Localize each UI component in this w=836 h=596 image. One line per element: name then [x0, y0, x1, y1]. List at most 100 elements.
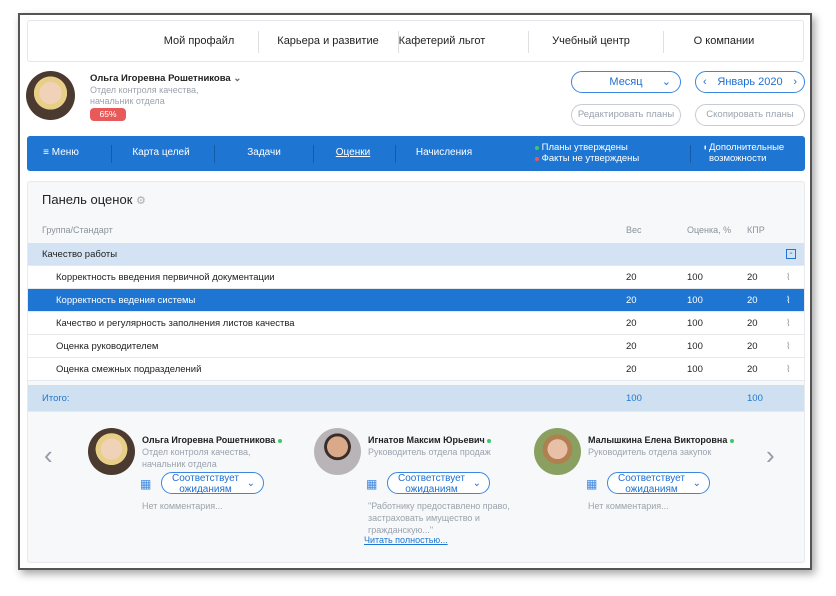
- kpr-cell: 20: [747, 272, 758, 283]
- divider: [690, 145, 691, 163]
- tab-tasks[interactable]: Задачи: [247, 147, 281, 158]
- divider: [395, 145, 396, 163]
- app-window: Мой профайл Карьера и развитие Кафетерий…: [18, 13, 812, 570]
- score-cell: 100: [687, 272, 703, 283]
- score-cell: 100: [687, 364, 703, 375]
- nav-about[interactable]: О компании: [694, 35, 755, 47]
- panel-title: Панель оценок ⚙: [42, 192, 146, 207]
- reviewer-comment: Нет комментария...: [142, 501, 223, 511]
- period-select[interactable]: Месяц ⌄: [571, 71, 681, 93]
- tab-goals-map[interactable]: Карта целей: [132, 147, 189, 158]
- weight-cell: 20: [626, 318, 637, 329]
- progress-badge: 65%: [90, 108, 126, 121]
- rating-select[interactable]: Соответствует ожиданиям ⌄: [607, 472, 710, 495]
- calendar-icon[interactable]: ▦: [366, 477, 377, 491]
- gear-icon[interactable]: ⚙: [136, 195, 146, 207]
- carousel-prev-icon[interactable]: ‹: [44, 440, 53, 471]
- score-cell: 100: [687, 341, 703, 352]
- chevron-down-icon: ⌄: [472, 478, 481, 489]
- score-cell: 100: [687, 295, 703, 306]
- chevron-down-icon: ⌄: [661, 76, 671, 88]
- table-row[interactable]: Оценка руководителем 20 100 20 ⌇: [28, 335, 804, 358]
- kebab-icon: ···: [699, 145, 710, 149]
- reviewer-comment: "Работнику предоставлено право, застрахо…: [368, 501, 510, 535]
- edit-plans-button[interactable]: Редактировать планы: [571, 104, 681, 126]
- more-options-label: Дополнительные возможности: [709, 142, 785, 164]
- reviewer-position: Руководитель отдела продаж: [368, 447, 491, 457]
- total-weight: 100: [626, 393, 642, 404]
- reviewer-avatar: [534, 428, 581, 475]
- column-kpr: КПР: [747, 225, 765, 235]
- reviewer-avatar: [88, 428, 135, 475]
- user-avatar[interactable]: [26, 71, 75, 120]
- table-row[interactable]: Корректность ведения системы 20 100 20 ⌇: [28, 289, 804, 312]
- standard-name: Корректность ведения системы: [56, 295, 196, 306]
- paperclip-icon[interactable]: ⌇: [786, 289, 791, 312]
- nav-career[interactable]: Карьера и развитие: [277, 35, 378, 47]
- paperclip-icon[interactable]: ⌇: [786, 312, 791, 335]
- tab-ratings[interactable]: Оценки: [336, 147, 370, 158]
- menu-button[interactable]: ≡ Меню: [43, 147, 79, 158]
- kpr-cell: 20: [747, 364, 758, 375]
- kpr-cell: 20: [747, 318, 758, 329]
- tab-accruals[interactable]: Начисления: [416, 147, 472, 158]
- reviewer-position-2: начальник отдела: [142, 459, 217, 469]
- divider: [111, 145, 112, 163]
- divider: [214, 145, 215, 163]
- kpr-cell: 20: [747, 341, 758, 352]
- rating-select[interactable]: Соответствует ожиданиям ⌄: [161, 472, 264, 495]
- chevron-right-icon[interactable]: ›: [793, 72, 797, 92]
- total-row: Итого: 100 100: [28, 385, 804, 412]
- collapse-icon[interactable]: -: [786, 249, 796, 259]
- user-name-dropdown[interactable]: Ольга Игоревна Рошетникова ⌄: [90, 73, 241, 84]
- table-row[interactable]: Корректность введения первичной документ…: [28, 266, 804, 289]
- paperclip-icon[interactable]: ⌇: [786, 358, 791, 381]
- top-navigation: Мой профайл Карьера и развитие Кафетерий…: [27, 20, 804, 62]
- table-row[interactable]: Качество и регулярность заполнения листо…: [28, 312, 804, 335]
- divider: [313, 145, 314, 163]
- rating-select[interactable]: Соответствует ожиданиям ⌄: [387, 472, 490, 495]
- nav-my-profile[interactable]: Мой профайл: [164, 35, 235, 47]
- more-options-button[interactable]: ··· Дополнительные возможности: [699, 142, 799, 164]
- total-kpr: 100: [747, 393, 763, 404]
- paperclip-icon[interactable]: ⌇: [786, 335, 791, 358]
- total-label: Итого:: [42, 393, 70, 404]
- reviewer-position: Руководитель отдела закупок: [588, 447, 712, 457]
- menu-label: Меню: [51, 147, 79, 158]
- weight-cell: 20: [626, 341, 637, 352]
- chevron-down-icon: ⌄: [692, 478, 701, 489]
- column-weight: Вес: [626, 225, 642, 235]
- copy-plans-button[interactable]: Скопировать планы: [695, 104, 805, 126]
- reviewer-name-text: Игнатов Максим Юрьевич: [368, 435, 485, 445]
- weight-cell: 20: [626, 272, 637, 283]
- reviewer-name: Ольга Игоревна Рошетникова: [142, 435, 282, 445]
- online-status-dot: [277, 439, 282, 443]
- paperclip-icon[interactable]: ⌇: [786, 266, 791, 289]
- group-row[interactable]: Качество работы -: [28, 243, 804, 266]
- table-row[interactable]: Оценка смежных подразделений 20 100 20 ⌇: [28, 358, 804, 381]
- group-name: Качество работы: [42, 249, 118, 260]
- reviewer-name-text: Ольга Игоревна Рошетникова: [142, 435, 276, 445]
- calendar-icon[interactable]: ▦: [586, 477, 597, 491]
- nav-benefits[interactable]: Кафетерий льгот: [399, 35, 486, 47]
- read-more-link[interactable]: Читать полностью...: [364, 535, 448, 545]
- rating-value: Соответствует ожиданиям: [172, 473, 239, 495]
- calendar-icon[interactable]: ▦: [140, 477, 151, 491]
- divider: [528, 31, 529, 53]
- section-menubar: ≡ Меню Карта целей Задачи Оценки Начисле…: [27, 136, 805, 171]
- carousel-next-icon[interactable]: ›: [766, 440, 775, 471]
- panel-title-text: Панель оценок: [42, 192, 133, 207]
- hamburger-icon: ≡: [43, 147, 50, 158]
- reviewer-name: Малышкина Елена Викторовна: [588, 435, 734, 445]
- reviewer-comment: Нет комментария...: [588, 501, 669, 511]
- green-status-dot: [535, 146, 539, 150]
- standard-name: Корректность введения первичной документ…: [56, 272, 275, 283]
- nav-learning[interactable]: Учебный центр: [552, 35, 630, 47]
- chevron-down-icon: ⌄: [246, 478, 255, 489]
- chevron-left-icon[interactable]: ‹: [703, 72, 707, 92]
- online-status-dot: [729, 439, 734, 443]
- reviewer-name: Игнатов Максим Юрьевич: [368, 435, 492, 445]
- ratings-panel: Панель оценок ⚙ Группа/Стандарт Вес Оцен…: [27, 181, 805, 563]
- weight-cell: 20: [626, 364, 637, 375]
- plan-status: Планы утверждены Факты не утверждены: [535, 142, 639, 164]
